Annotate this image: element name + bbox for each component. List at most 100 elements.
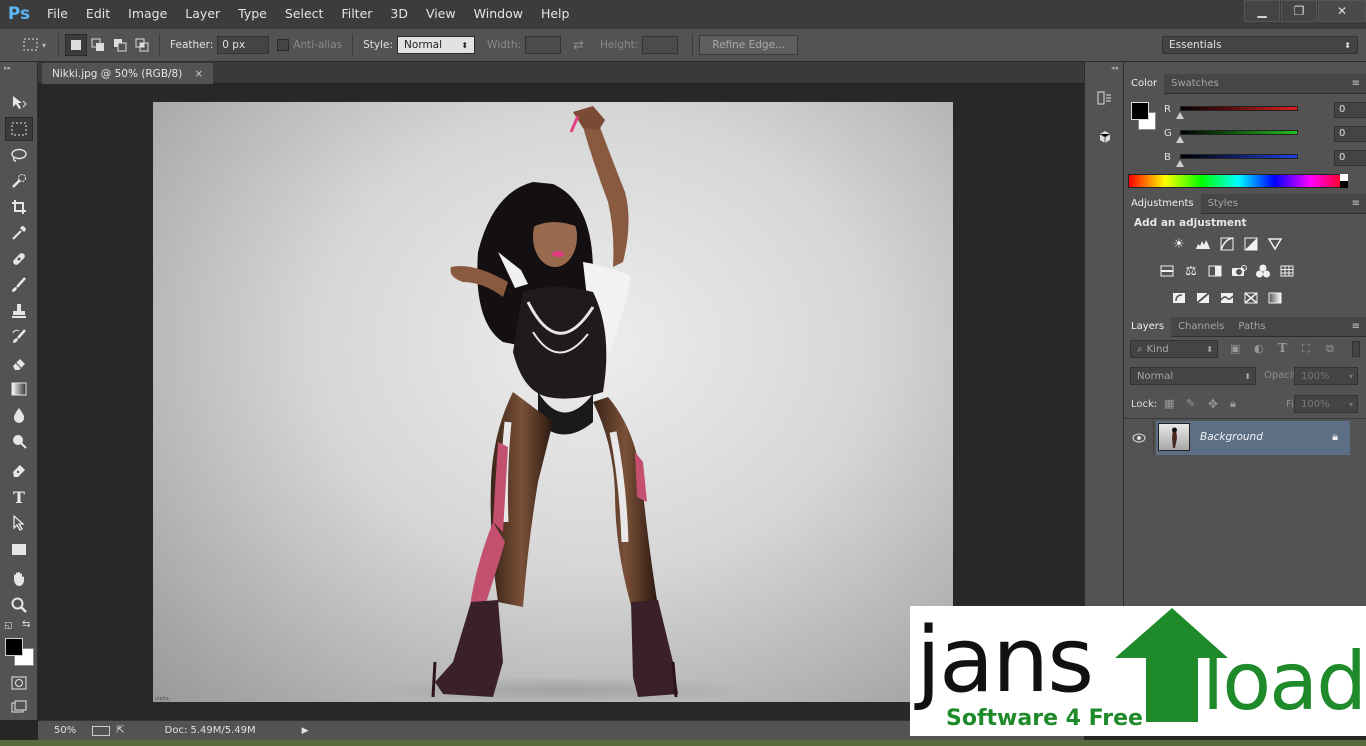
eyedropper-tool-icon[interactable] <box>5 221 33 245</box>
add-selection-icon[interactable] <box>87 34 109 56</box>
rectangular-marquee-tool-icon[interactable] <box>5 117 33 141</box>
restore-button[interactable]: ❐ <box>1281 0 1317 22</box>
menu-type[interactable]: Type <box>229 0 276 28</box>
path-selection-tool-icon[interactable] <box>5 511 33 535</box>
filter-adjustment-icon[interactable]: ◐ <box>1254 342 1264 355</box>
close-button[interactable]: ✕ <box>1318 0 1366 22</box>
tab-layers[interactable]: Layers <box>1124 316 1172 337</box>
spectrum-white-swatch[interactable] <box>1340 174 1348 181</box>
lock-transparent-pixels-icon[interactable]: ▦ <box>1164 397 1174 410</box>
color-balance-icon[interactable]: ⚖ <box>1182 263 1200 279</box>
properties-panel-icon[interactable] <box>1093 126 1117 150</box>
opacity-input[interactable]: 100% ▾ <box>1294 367 1358 385</box>
workspace-select[interactable]: Essentials ⬍ <box>1162 36 1358 54</box>
menu-view[interactable]: View <box>417 0 465 28</box>
foreground-color-swatch[interactable] <box>5 638 23 656</box>
layer-visibility-toggle[interactable] <box>1124 421 1154 455</box>
hand-tool-icon[interactable] <box>5 567 33 591</box>
zoom-tool-icon[interactable] <box>5 593 33 617</box>
spot-healing-brush-tool-icon[interactable] <box>5 247 33 271</box>
minimize-button[interactable]: ▁ <box>1244 0 1280 22</box>
new-selection-icon[interactable] <box>65 34 88 56</box>
threshold-icon[interactable] <box>1218 290 1236 306</box>
marquee-preset-icon[interactable] <box>20 34 42 56</box>
layer-kind-filter[interactable]: ⌕ Kind ⬍ <box>1130 340 1218 358</box>
menu-file[interactable]: File <box>38 0 77 28</box>
refine-edge-button[interactable]: Refine Edge... <box>699 35 799 55</box>
quick-selection-tool-icon[interactable] <box>5 169 33 193</box>
green-value-input[interactable]: 0 <box>1334 126 1366 142</box>
status-menu-arrow-icon[interactable]: ▶ <box>302 726 309 736</box>
tab-adjustments[interactable]: Adjustments <box>1124 193 1201 214</box>
red-value-input[interactable]: 0 <box>1334 102 1366 118</box>
screen-mode-icon[interactable] <box>5 695 33 719</box>
collapse-toolbar-icon[interactable]: ▸▸ <box>4 64 11 72</box>
menu-help[interactable]: Help <box>532 0 579 28</box>
document-image[interactable]: alpha <box>153 102 953 702</box>
gradient-tool-icon[interactable] <box>5 377 33 401</box>
tab-swatches[interactable]: Swatches <box>1164 74 1226 94</box>
layer-row-selected[interactable]: Background 🔒︎ <box>1156 421 1350 455</box>
antialias-checkbox[interactable] <box>277 39 290 51</box>
lock-all-icon[interactable]: 🔒︎ <box>1230 397 1236 411</box>
lock-position-icon[interactable]: ✥ <box>1208 397 1218 411</box>
lock-image-pixels-icon[interactable]: ✎ <box>1186 397 1195 410</box>
document-tab[interactable]: Nikki.jpg @ 50% (RGB/8) × <box>42 63 214 84</box>
filter-pixel-icon[interactable]: ▣ <box>1230 342 1240 355</box>
blend-mode-select[interactable]: Normal ⬍ <box>1130 367 1256 385</box>
default-colors-icon[interactable]: ◱ <box>4 621 13 631</box>
history-panel-icon[interactable] <box>1093 86 1117 110</box>
exposure-icon[interactable] <box>1242 236 1260 252</box>
expand-panels-icon[interactable]: ◂◂ <box>1111 64 1118 72</box>
curves-icon[interactable] <box>1218 236 1236 252</box>
rectangle-tool-icon[interactable] <box>5 537 33 561</box>
blue-slider[interactable] <box>1180 154 1298 159</box>
subtract-selection-icon[interactable] <box>109 34 131 56</box>
feather-input[interactable]: 0 px <box>217 36 270 54</box>
chevron-down-icon[interactable]: ▾ <box>42 41 46 50</box>
hue-saturation-icon[interactable] <box>1158 263 1176 279</box>
vibrance-icon[interactable] <box>1266 236 1284 252</box>
move-tool-icon[interactable] <box>5 91 33 115</box>
menu-filter[interactable]: Filter <box>332 0 381 28</box>
swap-icon[interactable]: ⇄ <box>573 38 584 53</box>
red-slider-thumb[interactable] <box>1176 112 1184 119</box>
channel-mixer-icon[interactable] <box>1254 263 1272 279</box>
black-white-icon[interactable] <box>1206 263 1224 279</box>
tab-paths[interactable]: Paths <box>1231 317 1272 337</box>
menu-edit[interactable]: Edit <box>77 0 119 28</box>
quick-mask-icon[interactable] <box>5 671 33 695</box>
spectrum-black-swatch[interactable] <box>1340 181 1348 188</box>
posterize-icon[interactable] <box>1194 290 1212 306</box>
share-icon[interactable]: ⇱ <box>116 725 124 736</box>
panel-menu-icon[interactable]: ≡ <box>1352 321 1360 332</box>
close-tab-icon[interactable]: × <box>194 68 203 80</box>
gradient-map-icon[interactable] <box>1266 290 1284 306</box>
zoom-level[interactable]: 50% <box>54 725 76 736</box>
tab-color[interactable]: Color <box>1124 73 1165 94</box>
tab-channels[interactable]: Channels <box>1171 317 1231 337</box>
width-input[interactable] <box>525 36 562 54</box>
intersect-selection-icon[interactable] <box>131 34 153 56</box>
filter-toggle[interactable] <box>1352 341 1360 357</box>
brightness-contrast-icon[interactable]: ☀ <box>1170 236 1188 252</box>
green-slider[interactable] <box>1180 130 1298 135</box>
timeline-icon[interactable] <box>92 725 111 736</box>
eraser-tool-icon[interactable] <box>5 351 33 375</box>
menu-select[interactable]: Select <box>276 0 333 28</box>
tab-styles[interactable]: Styles <box>1201 194 1245 214</box>
dodge-tool-icon[interactable] <box>5 429 33 453</box>
blue-slider-thumb[interactable] <box>1176 160 1184 167</box>
blur-tool-icon[interactable] <box>5 403 33 427</box>
fill-input[interactable]: 100% ▾ <box>1294 395 1358 413</box>
clone-stamp-tool-icon[interactable] <box>5 299 33 323</box>
style-select[interactable]: Normal ⬍ <box>397 36 476 54</box>
crop-tool-icon[interactable] <box>5 195 33 219</box>
filter-smart-object-icon[interactable]: ⧉ <box>1326 342 1334 356</box>
type-tool-icon[interactable]: T <box>5 485 33 509</box>
filter-shape-icon[interactable]: ⛶ <box>1302 342 1310 356</box>
menu-image[interactable]: Image <box>119 0 176 28</box>
height-input[interactable] <box>642 36 679 54</box>
color-lookup-icon[interactable] <box>1278 263 1296 279</box>
invert-icon[interactable] <box>1170 290 1188 306</box>
